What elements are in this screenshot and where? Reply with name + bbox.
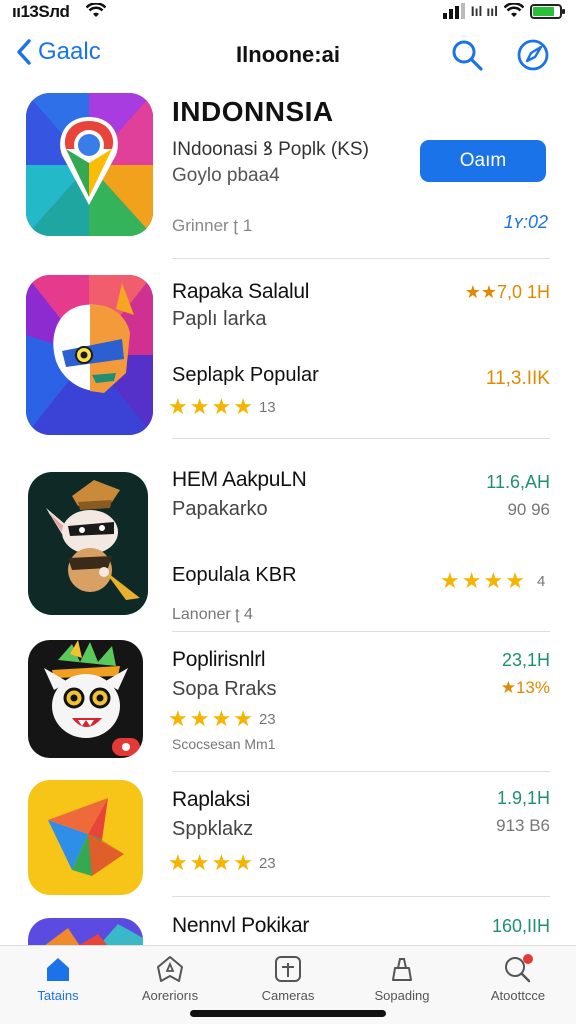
wifi-icon <box>504 3 524 17</box>
divider <box>172 896 550 897</box>
rating-count: 23 <box>258 710 276 728</box>
star-icon: ★ <box>168 706 188 731</box>
app-rating-summary: ★★7,0 1H <box>464 282 550 302</box>
app-note: Scocsesan Mm1 <box>172 736 276 752</box>
app-version: 90 96 <box>507 500 550 519</box>
home-indicator <box>190 1010 386 1017</box>
star-icon: ★ <box>483 568 504 593</box>
star-shield-icon <box>157 956 183 982</box>
star-icon: ★ <box>211 850 232 875</box>
app-subtitle: Sppklakz <box>172 818 254 840</box>
star-icon: ★ <box>505 568 525 593</box>
rating-stars: ★ ★ ★ ★ 4 <box>440 570 545 592</box>
tab-label: Cameras <box>261 988 315 1003</box>
divider <box>172 631 550 632</box>
app-size: 11.6,AH <box>486 472 550 492</box>
app-subtitle: Sopa Rraks <box>172 678 277 700</box>
rating-count: 23 <box>258 854 276 872</box>
app-name: Poplirisnlrl <box>172 648 266 671</box>
tab-label: Atoottcce <box>490 988 546 1003</box>
star-icon: ★ <box>211 706 232 731</box>
list-item[interactable]: Raplaksi Sppklakz ★ ★ ★ ★ 23 1.9,1H 913 … <box>0 778 576 908</box>
bag-icon <box>392 958 412 981</box>
app-category: Eopulala KBR <box>172 564 297 586</box>
wifi-icon <box>86 3 106 17</box>
signal-icon <box>442 3 465 19</box>
star-icon: ★ <box>461 568 482 593</box>
rating-stars: ★ ★ ★ ★ 23 <box>168 852 276 874</box>
search-notify-icon <box>505 954 533 983</box>
featured-app[interactable]: INDONNSIA INdoonasi ꝸ Poplk (KS) Goylo p… <box>0 88 576 256</box>
featured-app-title: INDONNSIA <box>172 96 334 127</box>
tab-label: Sopading <box>374 988 430 1003</box>
tab-label: Aoreriorıs <box>141 988 199 1003</box>
status-time: ıı13Sлd <box>12 2 70 21</box>
app-version: 913 B6 <box>496 816 550 835</box>
star-icon: ★ <box>233 706 253 731</box>
divider <box>172 258 550 259</box>
star-icon: ★ <box>233 850 253 875</box>
list-item[interactable]: Nennvl Pokikar 160,IIH <box>0 914 576 958</box>
add-box-icon <box>275 956 301 982</box>
tab-arcade[interactable]: Aoreriorıs <box>120 954 220 1003</box>
battery-icon <box>530 3 565 19</box>
app-size: 1.9,1H <box>496 788 550 808</box>
rating-count: 13 <box>258 398 276 416</box>
app-size: 23,1H <box>501 650 550 670</box>
featured-app-subtitle: INdoonasi ꝸ Poplk (KS) <box>172 139 369 160</box>
star-icon: ★ <box>168 394 188 419</box>
app-size: 160,IIH <box>491 916 550 936</box>
app-rating-summary: ★13% <box>500 678 550 697</box>
rating-stars: ★ ★ ★ ★ 23 <box>168 708 276 730</box>
featured-app-icon <box>26 93 153 236</box>
app-name: Raplaksi <box>172 788 251 811</box>
list-item[interactable]: HEM AakpuLN Papakarko Eopulala KBR Lanon… <box>0 460 576 630</box>
app-note: Lanoner ʈ 4 <box>172 606 253 623</box>
rating-count: 4 <box>536 572 546 590</box>
star-icon: ★ <box>440 568 460 593</box>
divider <box>172 771 550 772</box>
featured-app-developer: Goylo pbaa4 <box>172 165 280 186</box>
home-icon <box>47 958 69 981</box>
app-subtitle: Papakarko <box>172 498 268 520</box>
status-carrier: Iıl ııl <box>470 3 498 19</box>
get-button[interactable]: Oaım <box>420 140 546 182</box>
star-icon: ★ <box>189 394 210 419</box>
list-item[interactable]: Rapaka Salalul Paplı larka Seplapk Popul… <box>0 272 576 442</box>
star-icon: ★ <box>189 850 210 875</box>
app-icon <box>28 780 143 895</box>
app-icon <box>26 275 153 435</box>
app-subtitle: Paplı larka <box>172 308 267 330</box>
compass-icon[interactable] <box>516 38 550 72</box>
featured-app-note: Grinner ʈ 1 <box>172 216 253 235</box>
divider <box>172 438 550 439</box>
tab-shopping[interactable]: Sopading <box>352 954 452 1003</box>
app-name: Rapaka Salalul <box>172 280 310 303</box>
star-icon: ★ <box>233 394 253 419</box>
app-category: Seplapk Popular <box>172 364 319 386</box>
app-icon <box>28 472 148 615</box>
navigation-bar: Gaalc Ilnoone:ai <box>0 30 576 80</box>
rating-stars: ★ ★ ★ ★ 13 <box>168 396 276 418</box>
list-item-details: Poplirisnlrl Sopa Rraks ★ ★ ★ ★ 23 Scocs… <box>0 648 576 752</box>
app-downloads: 11,3.IIK <box>485 368 550 389</box>
star-icon: ★ <box>211 394 232 419</box>
app-name: Nennvl Pokikar <box>172 914 310 937</box>
tab-label: Tatains <box>37 988 79 1003</box>
tab-search[interactable]: Atoottcce <box>468 954 568 1003</box>
page-title: Ilnoone:ai <box>236 42 340 67</box>
search-icon[interactable] <box>450 38 484 72</box>
status-bar: ıı13Sлd Iıl ııl <box>0 0 576 26</box>
featured-app-size: 1ʏ:02 <box>503 212 548 232</box>
tab-cameras[interactable]: Cameras <box>238 954 338 1003</box>
app-name: HEM AakpuLN <box>172 468 307 491</box>
tab-today[interactable]: Tatains <box>8 954 108 1003</box>
star-icon: ★ <box>168 850 188 875</box>
star-icon: ★ <box>189 706 210 731</box>
